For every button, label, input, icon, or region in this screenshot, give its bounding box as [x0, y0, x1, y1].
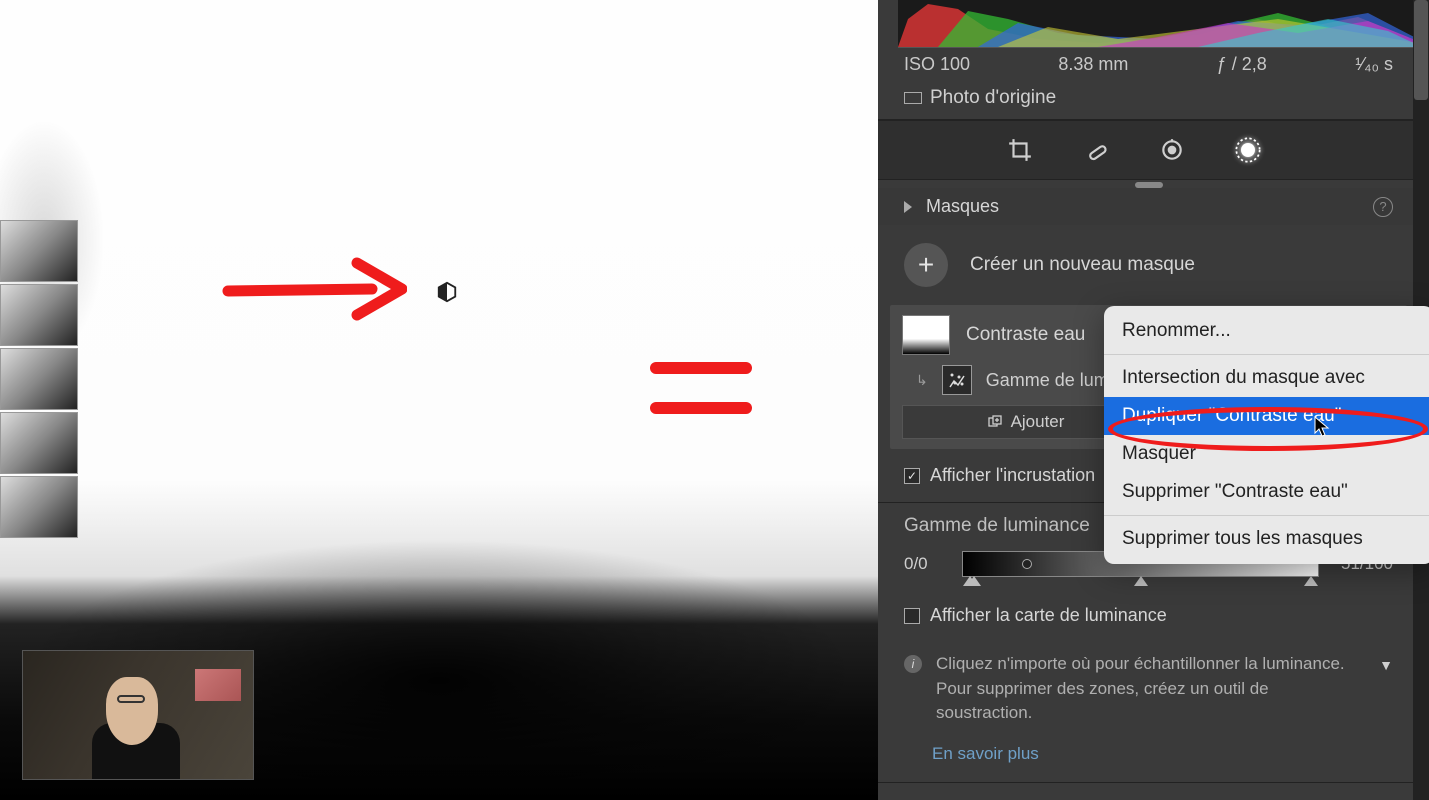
mask-component-label: Gamme de lumin [986, 370, 1123, 391]
menu-separator [1104, 354, 1429, 355]
plus-icon: + [904, 243, 948, 287]
aperture-value: ƒ / 2,8 [1217, 54, 1267, 75]
menu-hide[interactable]: Masquer [1104, 435, 1429, 473]
mask-icon[interactable] [1233, 135, 1263, 165]
slider-pin[interactable] [1022, 559, 1032, 569]
checkbox-unchecked-icon [904, 608, 920, 624]
thumb [0, 476, 78, 538]
exif-row: ISO 100 8.38 mm ƒ / 2,8 ¹⁄₄₀ s [878, 48, 1419, 81]
menu-delete-all[interactable]: Supprimer tous les masques [1104, 520, 1429, 558]
annotation-arrow [222, 255, 407, 332]
masks-title: Masques [926, 196, 999, 217]
thumb [0, 348, 78, 410]
help-icon[interactable]: ? [1373, 197, 1393, 217]
webcam-overlay [22, 650, 254, 780]
info-line-2: Pour supprimer des zones, créez un outil… [936, 679, 1269, 723]
checkbox-checked-icon: ✓ [904, 468, 920, 484]
menu-delete[interactable]: Supprimer "Contraste eau" [1104, 473, 1429, 511]
original-icon [904, 92, 922, 104]
iso-value: ISO 100 [904, 54, 970, 75]
redeye-icon[interactable] [1157, 135, 1187, 165]
filmstrip-side [0, 220, 80, 560]
menu-intersect[interactable]: Intersection du masque avec [1104, 359, 1429, 397]
tool-strip [878, 120, 1419, 180]
mask-thumbnail [902, 315, 950, 355]
mask-context-menu: Renommer... Intersection du masque avec … [1104, 306, 1429, 564]
range-left-value: 0/0 [904, 554, 948, 574]
menu-duplicate[interactable]: Dupliquer "Contraste eau" [1104, 397, 1429, 435]
show-overlay-label: Afficher l'incrustation [930, 465, 1095, 486]
info-hint: i Cliquez n'importe où pour échantillonn… [878, 642, 1419, 736]
thumb [0, 220, 78, 282]
create-mask-button[interactable]: + Créer un nouveau masque [878, 225, 1419, 305]
crop-icon[interactable] [1005, 135, 1035, 165]
mask-name: Contraste eau [966, 324, 1085, 346]
chevron-down-icon[interactable]: ▼ [1379, 655, 1393, 675]
slider-handle-right-min[interactable] [1134, 576, 1148, 586]
original-label: Photo d'origine [930, 87, 1056, 109]
info-line-1: Cliquez n'importe où pour échantillonner… [936, 654, 1345, 673]
slider-handle-left-max[interactable] [967, 576, 981, 586]
annotation-equals [650, 362, 752, 442]
histogram[interactable] [898, 0, 1418, 48]
learn-more-link[interactable]: En savoir plus [878, 736, 1419, 782]
masks-section-header[interactable]: Masques ? [878, 188, 1419, 225]
indent-arrow-icon: ↳ [916, 372, 928, 389]
focal-value: 8.38 mm [1058, 54, 1128, 75]
show-luminance-map-toggle[interactable]: Afficher la carte de luminance [878, 589, 1419, 642]
show-luminance-map-label: Afficher la carte de luminance [930, 605, 1167, 626]
mask-pin-icon[interactable] [436, 281, 458, 303]
menu-separator [1104, 515, 1429, 516]
create-mask-label: Créer un nouveau masque [970, 254, 1195, 276]
add-label: Ajouter [1011, 412, 1065, 432]
shutter-value: ¹⁄₄₀ s [1355, 54, 1393, 75]
slider-handle-right-max[interactable] [1304, 576, 1318, 586]
panel-grip[interactable] [1135, 182, 1163, 188]
original-photo-toggle[interactable]: Photo d'origine [878, 81, 1419, 119]
cursor-icon [1314, 416, 1332, 438]
luminance-range-icon [942, 365, 972, 395]
info-icon: i [904, 655, 922, 673]
thumb [0, 412, 78, 474]
image-preview[interactable] [0, 0, 878, 800]
heal-icon[interactable] [1081, 135, 1111, 165]
thumb [0, 284, 78, 346]
add-icon [987, 414, 1003, 430]
menu-rename[interactable]: Renommer... [1104, 312, 1429, 350]
collapse-icon [904, 201, 916, 213]
scrollbar-thumb[interactable] [1414, 0, 1428, 100]
